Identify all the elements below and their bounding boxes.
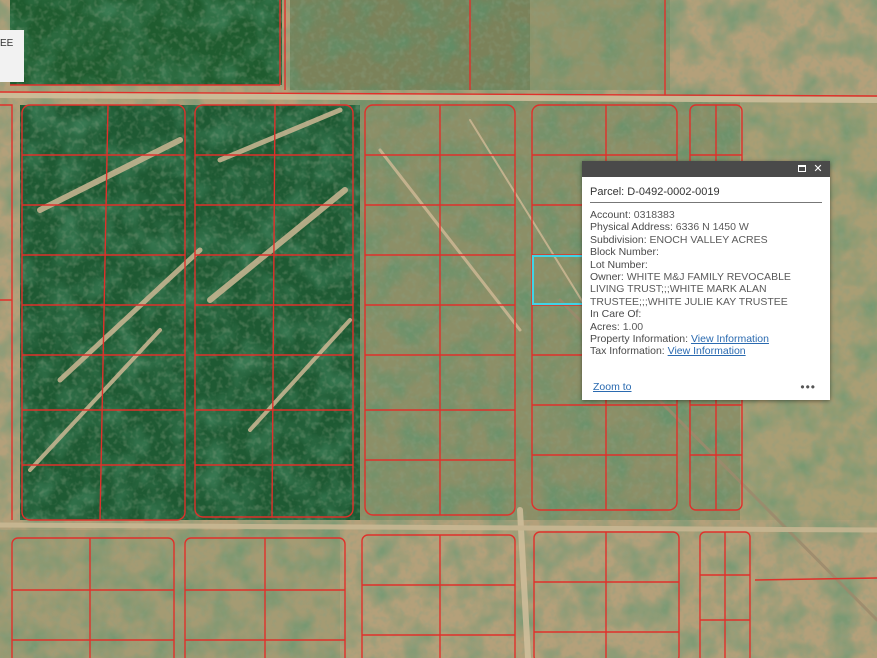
popup-header: ✕ [582,161,830,177]
tax-info-link[interactable]: View Information [668,345,746,357]
field-tax-information: Tax Information: View Information [590,345,746,358]
field-property-information: Property Information: View Information [590,333,769,346]
field-acres: Acres: 1.00 [590,320,644,333]
popup-fields: Account: 0318383 Physical Address: 6336 … [590,209,822,358]
property-info-link[interactable]: View Information [691,333,769,345]
corner-label: EE [0,30,24,82]
field-lot-number: Lot Number: [590,258,648,271]
field-physical-address: Physical Address: 6336 N 1450 W [590,221,749,234]
maximize-icon[interactable] [796,163,808,175]
popup-footer: Zoom to ••• [593,380,816,394]
zoom-to-link[interactable]: Zoom to [593,381,632,393]
field-owner: Owner: WHITE M&J FAMILY REVOCABLE LIVING… [590,271,791,308]
field-block-number: Block Number: [590,246,659,259]
popup-title: Parcel: D-0492-0002-0019 [590,186,822,203]
parcel-popup: ✕ Parcel: D-0492-0002-0019 Account: 0318… [582,161,830,400]
field-account: Account: 0318383 [590,209,675,221]
field-in-care-of: In Care Of: [590,308,642,321]
more-icon[interactable]: ••• [800,380,816,394]
close-icon[interactable]: ✕ [812,163,824,175]
field-subdivision: Subdivision: ENOCH VALLEY ACRES [590,233,768,246]
